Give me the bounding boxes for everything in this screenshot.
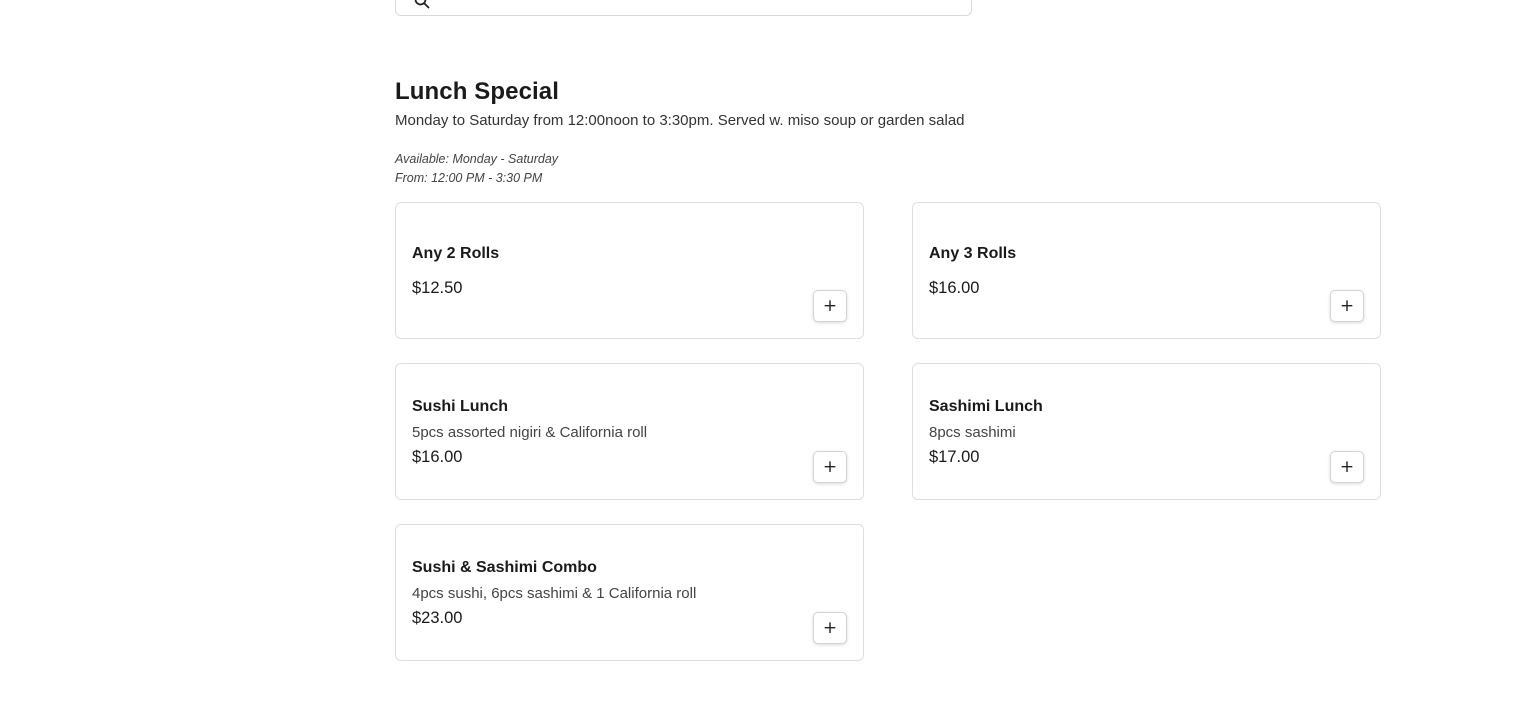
available-days: Available: Monday - Saturday	[395, 152, 559, 166]
item-description: 5pcs assorted nigiri & California roll	[412, 424, 648, 441]
add-item-button[interactable]: +	[1330, 290, 1364, 322]
menu-item-card[interactable]: Any 2 Rolls $12.50 +	[395, 202, 864, 339]
item-name: Sushi Lunch	[412, 398, 508, 415]
menu-item-card[interactable]: Sashimi Lunch 8pcs sashimi $17.00 +	[912, 363, 1381, 500]
add-item-button[interactable]: +	[813, 290, 847, 322]
item-price: $23.00	[412, 609, 463, 627]
search-input[interactable]	[395, 0, 972, 16]
add-item-button[interactable]: +	[813, 612, 847, 644]
search-icon	[414, 0, 430, 9]
menu-item-card[interactable]: Any 3 Rolls $16.00 +	[912, 202, 1381, 339]
availability-info: Available: Monday - Saturday From: 12:00…	[395, 150, 558, 188]
add-item-button[interactable]: +	[813, 451, 847, 483]
item-price: $16.00	[929, 279, 980, 297]
item-name: Sashimi Lunch	[929, 398, 1043, 415]
available-hours: From: 12:00 PM - 3:30 PM	[395, 171, 543, 185]
item-name: Sushi & Sashimi Combo	[412, 559, 597, 576]
menu-item-card[interactable]: Sushi & Sashimi Combo 4pcs sushi, 6pcs s…	[395, 524, 864, 661]
item-description: 4pcs sushi, 6pcs sashimi & 1 California …	[412, 585, 697, 602]
section-title: Lunch Special	[395, 78, 560, 105]
menu-item-card[interactable]: Sushi Lunch 5pcs assorted nigiri & Calif…	[395, 363, 864, 500]
item-price: $16.00	[412, 448, 463, 466]
item-price: $17.00	[929, 448, 980, 466]
add-item-button[interactable]: +	[1330, 451, 1364, 483]
item-description: 8pcs sashimi	[929, 424, 1016, 441]
menu-page: Lunch Special Monday to Saturday from 12…	[0, 0, 1530, 722]
item-name: Any 2 Rolls	[412, 245, 500, 262]
item-name: Any 3 Rolls	[929, 245, 1017, 262]
section-description: Monday to Saturday from 12:00noon to 3:3…	[395, 112, 965, 129]
item-price: $12.50	[412, 279, 463, 297]
